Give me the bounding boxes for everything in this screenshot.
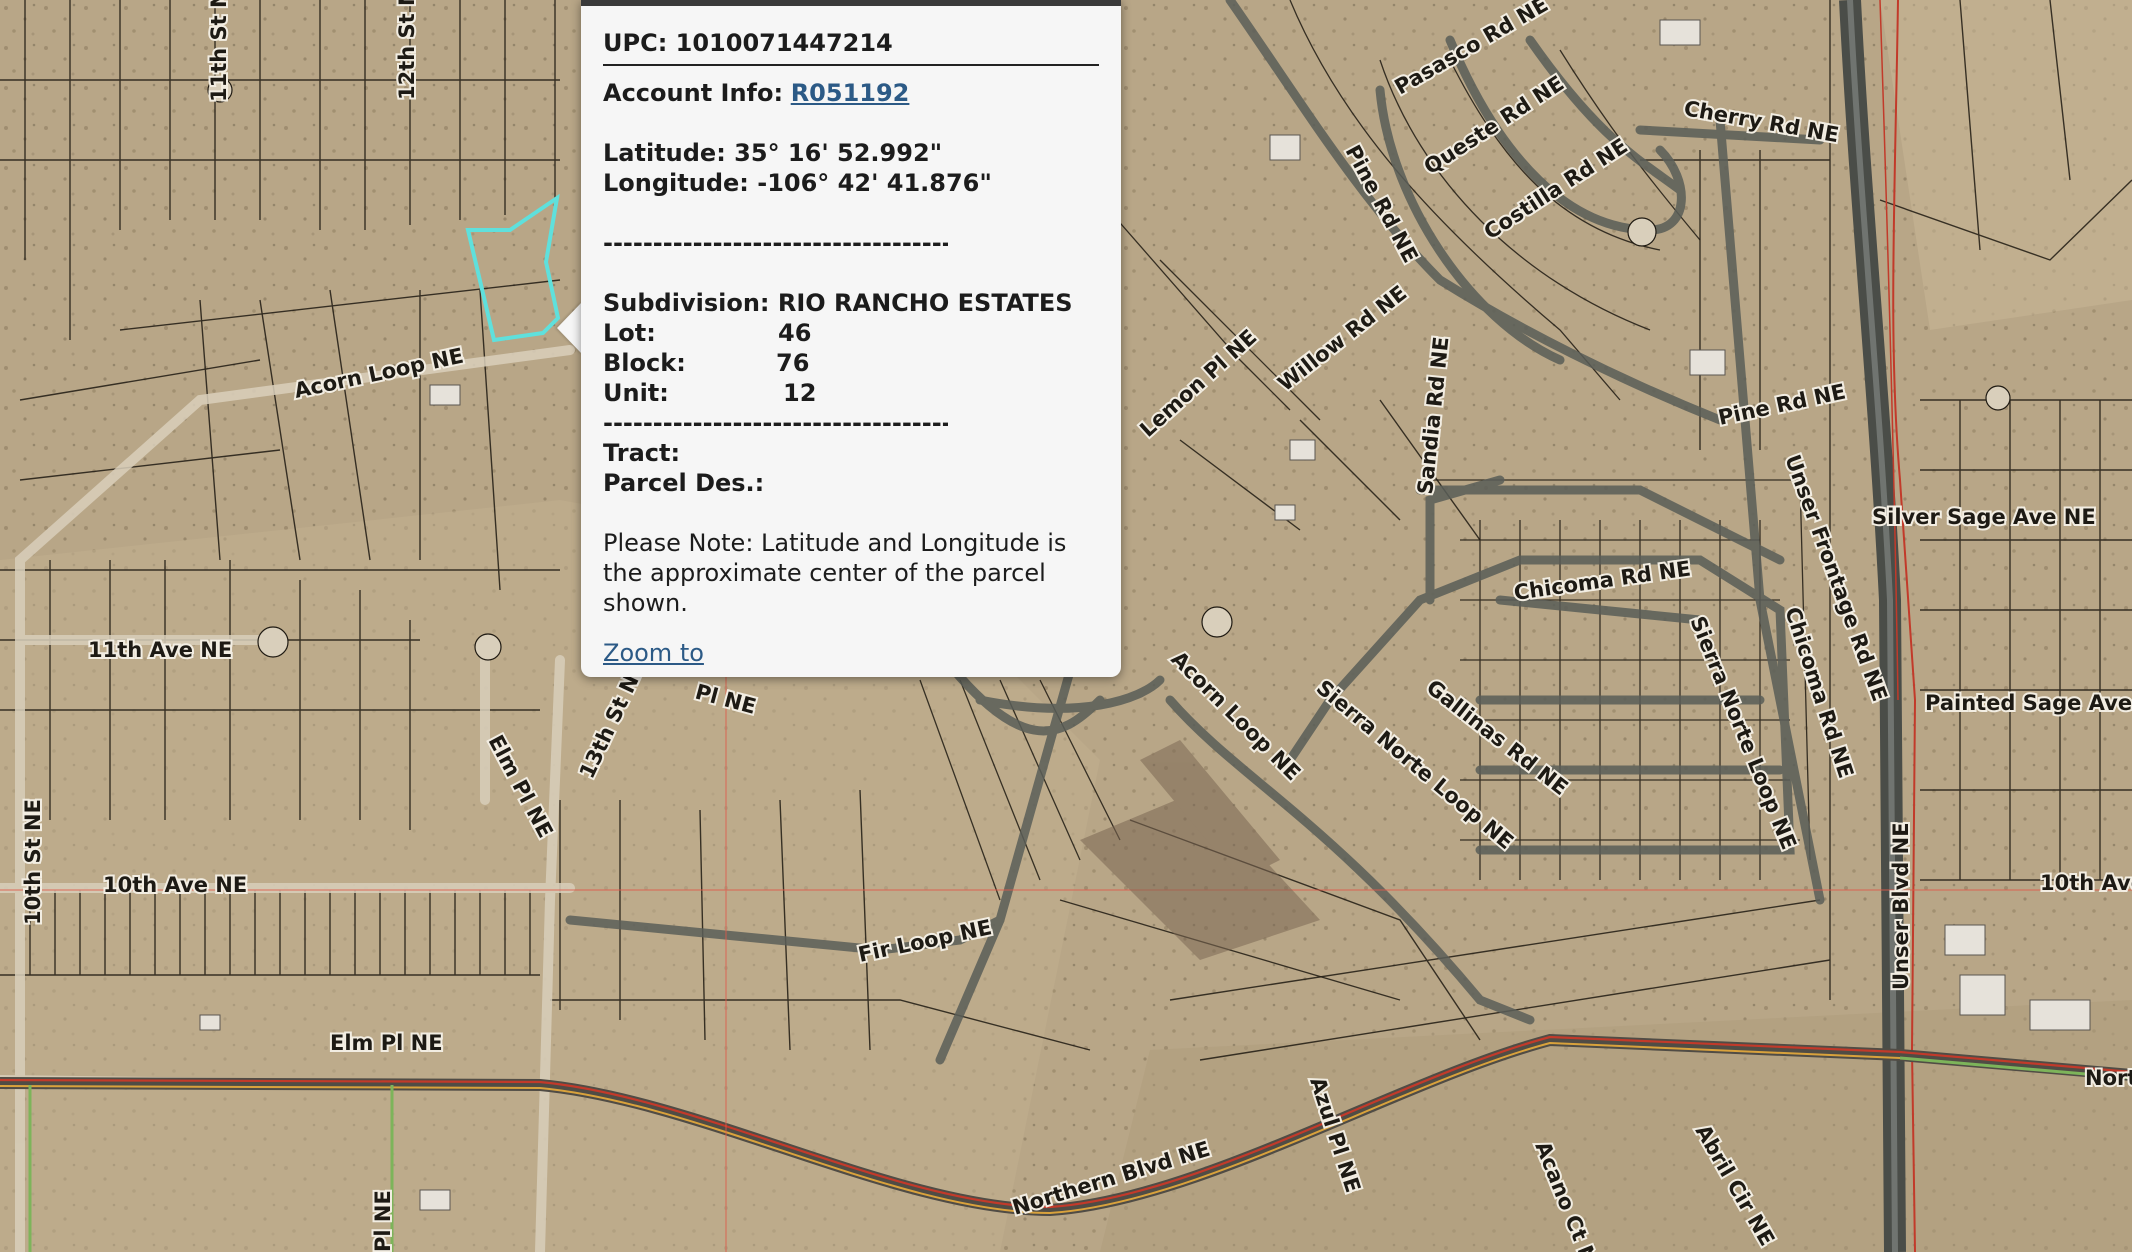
street-label: Unser Blvd NE bbox=[1889, 822, 1913, 990]
upc-value: 1010071447214 bbox=[675, 29, 893, 57]
street-label: Nort bbox=[2085, 1066, 2132, 1090]
separator-line: -------------------------------------- bbox=[603, 229, 948, 257]
street-label: 11th Ave NE bbox=[88, 638, 232, 662]
block-label: Block: bbox=[603, 349, 686, 377]
street-label: Elm Pl NE bbox=[330, 1031, 443, 1055]
street-label: 10th Ave NE bbox=[2040, 871, 2132, 895]
lot-row: Lot: 46 bbox=[603, 318, 1099, 348]
longitude-row: Longitude: -106° 42' 41.876" bbox=[603, 168, 1099, 198]
latitude-label: Latitude: bbox=[603, 139, 726, 167]
longitude-label: Longitude: bbox=[603, 169, 749, 197]
street-label: Pl NE bbox=[371, 1190, 395, 1252]
popup-divider bbox=[603, 64, 1099, 66]
parcel-des-label: Parcel Des.: bbox=[603, 469, 765, 497]
parcel-des-row: Parcel Des.: bbox=[603, 468, 1099, 498]
upc-label: UPC: bbox=[603, 29, 668, 57]
subdivision-value: RIO RANCHO ESTATES bbox=[777, 289, 1073, 317]
coordinate-note: Please Note: Latitude and Longitude is t… bbox=[603, 529, 1067, 617]
street-label: 10th St NE bbox=[21, 799, 45, 925]
street-label: Silver Sage Ave NE bbox=[1872, 505, 2096, 529]
popup-pointer bbox=[557, 302, 582, 354]
block-value: 76 bbox=[776, 349, 810, 377]
street-label: 11th St NE bbox=[207, 0, 231, 102]
account-label: Account Info: bbox=[603, 79, 784, 107]
account-row: Account Info: R051192 bbox=[603, 78, 1099, 108]
subdivision-row: Subdivision: RIO RANCHO ESTATES bbox=[603, 288, 1099, 318]
latitude-row: Latitude: 35° 16' 52.992" bbox=[603, 138, 1099, 168]
block-row: Block: 76 bbox=[603, 348, 1099, 378]
unit-value: 12 bbox=[783, 379, 817, 407]
lot-label: Lot: bbox=[603, 319, 656, 347]
street-label: 10th Ave NE bbox=[103, 873, 247, 897]
tract-row: Tract: bbox=[603, 438, 1099, 468]
unit-label: Unit: bbox=[603, 379, 669, 407]
lot-value: 46 bbox=[778, 319, 812, 347]
parcel-info-popup: UPC: 1010071447214 Account Info: R051192… bbox=[581, 0, 1121, 677]
unit-row: Unit: 12 bbox=[603, 378, 1099, 408]
latitude-value: 35° 16' 52.992" bbox=[734, 139, 943, 167]
separator-line: -------------------------------------- bbox=[603, 409, 948, 437]
account-link[interactable]: R051192 bbox=[791, 79, 910, 107]
subdivision-label: Subdivision: bbox=[603, 289, 770, 317]
tract-label: Tract: bbox=[603, 439, 681, 467]
zoom-to-link[interactable]: Zoom to bbox=[603, 639, 704, 667]
upc-row: UPC: 1010071447214 bbox=[603, 28, 1099, 58]
street-label: 12th St NE bbox=[395, 0, 419, 100]
longitude-value: -106° 42' 41.876" bbox=[757, 169, 992, 197]
street-label: Painted Sage Ave NE bbox=[1925, 691, 2132, 715]
